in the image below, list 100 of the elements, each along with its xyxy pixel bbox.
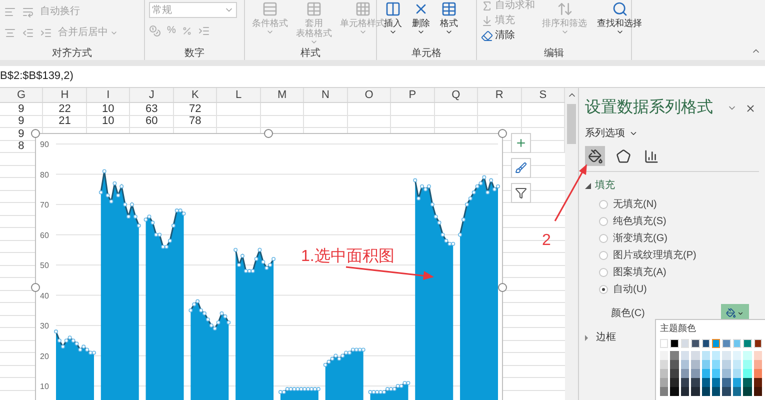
radio-button[interactable] [599, 285, 608, 294]
series-options-dropdown[interactable]: 系列选项 [585, 126, 759, 141]
resize-handle[interactable] [498, 283, 507, 292]
decimal-increase-icon[interactable] [198, 24, 210, 36]
align-icon[interactable] [4, 6, 16, 18]
conditional-format-icon [262, 1, 278, 17]
radio-label: 渐变填充(G) [613, 232, 668, 246]
color-swatch[interactable] [702, 350, 710, 360]
axis-tick-label: 80 [40, 170, 49, 180]
sort-icon [556, 1, 572, 17]
color-swatch[interactable] [743, 350, 752, 360]
column-header[interactable]: O [348, 88, 392, 102]
currency-icon[interactable] [149, 24, 161, 36]
expanded-triangle-icon [585, 182, 591, 188]
table-cell: 60 [146, 115, 158, 128]
paint-bucket-icon [726, 308, 736, 318]
caret-icon [310, 38, 318, 46]
formula-text[interactable]: B$2:$B$139,2) [0, 68, 74, 85]
paint-bucket-icon [588, 148, 602, 164]
axis-tick-label: 40 [40, 291, 49, 300]
search-icon [612, 1, 628, 17]
group-label: 样式 [300, 46, 322, 60]
radio-label: 图片或纹理填充(P) [613, 248, 696, 263]
column-header[interactable]: J [130, 88, 174, 102]
table-cell: 9 [18, 115, 24, 128]
area-series[interactable] [54, 169, 500, 400]
color-swatch[interactable] [722, 350, 731, 360]
ribbon-button[interactable]: 格式 [437, 0, 461, 36]
caret-icon [358, 28, 366, 36]
group-label: 单元格 [410, 46, 442, 60]
axis-tick-label: 70 [40, 200, 49, 210]
radio-button[interactable] [599, 251, 608, 260]
brush-icon [515, 162, 527, 174]
align-icon[interactable] [4, 26, 16, 38]
table-cell: 72 [188, 102, 202, 115]
column-header[interactable]: L [217, 88, 261, 102]
radio-button[interactable] [599, 234, 608, 243]
color-swatch[interactable] [712, 338, 720, 348]
color-swatch[interactable] [660, 350, 668, 360]
caret-icon [737, 310, 744, 316]
filter-icon [515, 187, 527, 199]
radio-button[interactable] [599, 200, 608, 209]
color-swatch[interactable] [680, 350, 690, 360]
column-header[interactable]: P [391, 88, 435, 102]
palette-heading: 主题颜色 [660, 322, 697, 335]
column-header[interactable]: N [304, 88, 348, 102]
format-tab[interactable] [585, 146, 605, 166]
group-label: 编辑 [543, 46, 565, 60]
column-header[interactable]: R [478, 88, 522, 102]
radio-label: 自动(U) [613, 283, 647, 297]
chart-style-button[interactable] [511, 158, 531, 178]
eraser-icon [481, 30, 493, 42]
caret-icon [629, 129, 638, 138]
callout-number: 2 [542, 231, 551, 251]
format-icon [441, 1, 457, 17]
axis-tick-label: 20 [40, 352, 49, 361]
color-swatch[interactable] [732, 350, 742, 360]
color-swatch[interactable] [754, 350, 762, 360]
fill-section-header[interactable]: 填充 [585, 178, 759, 193]
radio-button[interactable] [599, 217, 608, 226]
scrollbar-thumb[interactable] [567, 104, 576, 144]
radio-label: 纯色填充(S) [613, 214, 666, 229]
caret-icon [616, 28, 624, 36]
table-icon [306, 1, 322, 17]
table-cell: 10 [102, 102, 114, 115]
indent-icon[interactable] [40, 26, 52, 38]
resize-handle[interactable] [31, 283, 40, 292]
axis-tick-label: 50 [40, 261, 49, 270]
chart-filter-button[interactable] [511, 183, 531, 203]
table-cell: 9 [18, 102, 24, 115]
column-header[interactable]: H [43, 88, 87, 102]
resize-handle[interactable] [264, 129, 273, 138]
sigma-icon [481, 0, 493, 12]
add-element-button[interactable] [511, 133, 531, 153]
color-swatch[interactable] [691, 350, 700, 360]
vertical-scrollbar[interactable] [565, 88, 578, 400]
column-header[interactable]: K [174, 88, 218, 102]
color-swatch[interactable] [712, 350, 720, 360]
ribbon-button[interactable]: 删除 [409, 0, 433, 36]
table-cell: 78 [188, 115, 202, 128]
ribbon-button[interactable]: 查找和选择 [594, 0, 645, 42]
column-header[interactable]: M [260, 88, 304, 102]
radio-button[interactable] [599, 268, 608, 277]
column-header[interactable]: I [86, 88, 130, 102]
column-header[interactable]: G [0, 88, 44, 102]
axis-tick-label: 60 [40, 230, 49, 240]
resize-handle[interactable] [31, 129, 40, 138]
axis-tick-label: 30 [40, 322, 49, 330]
axis-tick-label: 90 [40, 140, 49, 149]
close-icon[interactable] [745, 102, 756, 114]
resize-handle[interactable] [498, 129, 507, 138]
insert-icon [385, 1, 401, 17]
plus-icon [515, 137, 527, 149]
column-header[interactable]: Q [434, 88, 478, 102]
color-swatch[interactable] [670, 350, 679, 360]
caret-icon [417, 28, 425, 36]
annotation-text: 1.选中面积图 [301, 246, 394, 267]
ribbon-button[interactable]: 清除 [481, 30, 535, 42]
indent-icon[interactable] [22, 26, 34, 38]
panel-title: 设置数据系列格式 [585, 98, 713, 118]
